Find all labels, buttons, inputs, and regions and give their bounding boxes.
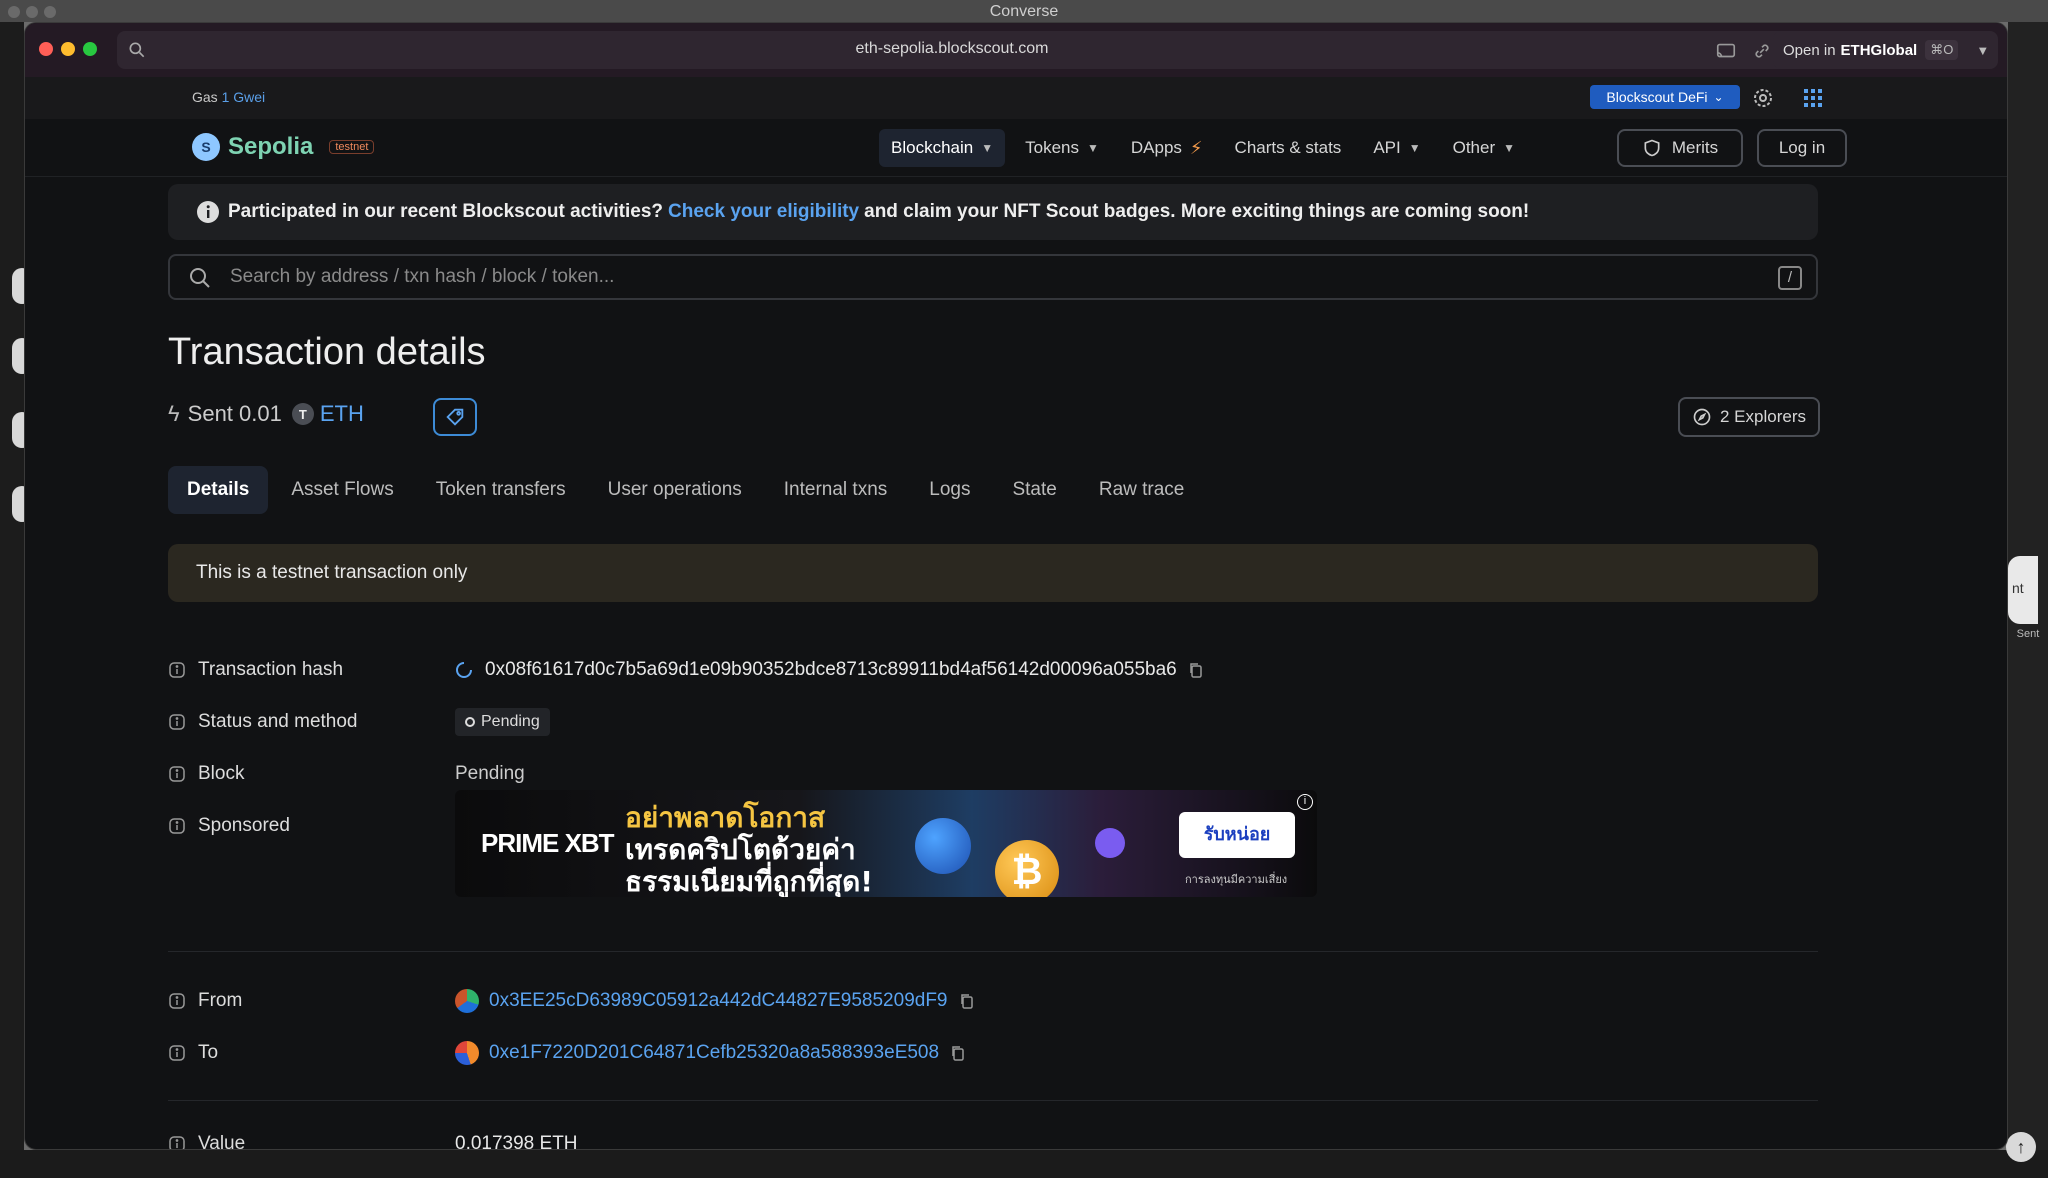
detail-label: Status and method: [198, 711, 358, 732]
tab-raw-trace[interactable]: Raw trace: [1080, 466, 1204, 514]
eligibility-link[interactable]: Check your eligibility: [668, 201, 859, 223]
token-link[interactable]: ETH: [320, 401, 364, 427]
address-avatar: [455, 1041, 479, 1065]
info-icon[interactable]: [168, 1044, 186, 1062]
loading-spinner-icon: [456, 662, 472, 678]
browser-window: eth-sepolia.blockscout.com Open in ETHGl…: [24, 22, 2008, 1150]
info-icon[interactable]: [168, 817, 186, 835]
tab-token-transfers[interactable]: Token transfers: [417, 466, 585, 514]
detail-row-status: Status and method: [168, 707, 451, 737]
page-content: Participated in our recent Blockscout ac…: [25, 23, 2007, 1149]
from-address-link[interactable]: 0x3EE25cD63989C05912a442dC44827E9585209d…: [489, 990, 948, 1012]
info-icon[interactable]: [168, 713, 186, 731]
tab-logs[interactable]: Logs: [910, 466, 989, 514]
copy-icon[interactable]: [949, 1044, 967, 1062]
address-avatar: [455, 989, 479, 1013]
add-tag-button[interactable]: [433, 398, 477, 436]
banner-text-after: and claim your NFT Scout badges. More ex…: [864, 201, 1530, 222]
section-divider: [168, 1100, 1818, 1101]
info-icon[interactable]: [168, 1135, 186, 1149]
value-row-clip: Value 0.017398 ETH: [25, 1129, 2007, 1149]
transaction-summary: ϟ Sent 0.01 T ETH: [168, 401, 364, 427]
tab-details[interactable]: Details: [168, 466, 269, 514]
explorers-button[interactable]: 2 Explorers: [1678, 397, 1820, 437]
sponsored-ad-banner[interactable]: PRIME XBT อย่าพลาดโอกาส เทรดคริปโตด้วยค่…: [455, 790, 1317, 897]
section-divider: [168, 951, 1818, 952]
detail-tabs: Details Asset Flows Token transfers User…: [168, 466, 1203, 514]
desktop-chat-label: Sent: [2016, 628, 2040, 640]
detail-label: Sponsored: [198, 815, 290, 836]
desktop-chat-bubble[interactable]: nt: [2008, 556, 2038, 624]
compass-icon: [1693, 408, 1711, 426]
status-badge: Pending: [455, 708, 550, 736]
detail-row-tx-hash: Transaction hash: [168, 655, 451, 685]
banner-text-before: Participated in our recent Blockscout ac…: [228, 201, 664, 222]
tx-hash-text: 0x08f61617d0c7b5a69d1e09b90352bdce8713c8…: [485, 659, 1177, 680]
slash-shortcut-icon: /: [1778, 266, 1802, 290]
ad-cta-button[interactable]: รับหน่อย: [1179, 812, 1295, 858]
ad-disclaimer: การลงทุนมีความเสี่ยง: [1185, 873, 1288, 886]
desktop-menubar: Converse: [0, 0, 2048, 22]
copy-icon[interactable]: [958, 992, 976, 1010]
sent-amount: Sent 0.01: [187, 401, 282, 426]
info-icon: [197, 201, 219, 223]
from-value: 0x3EE25cD63989C05912a442dC44827E9585209d…: [455, 986, 976, 1016]
detail-row-value: Value: [168, 1129, 451, 1149]
tag-icon: [446, 408, 464, 426]
ad-brand-logo: PRIME XBT: [481, 828, 615, 858]
tx-hash-value: 0x08f61617d0c7b5a69d1e09b90352bdce8713c8…: [455, 655, 1205, 685]
coin-illustration-icon: [915, 818, 971, 874]
desktop-left-panel: [0, 22, 24, 1178]
page-title: Transaction details: [168, 331, 486, 373]
block-value: Pending: [455, 763, 525, 784]
search-bar: /: [168, 254, 1818, 300]
info-icon[interactable]: [168, 765, 186, 783]
bitcoin-icon: ₿: [995, 840, 1059, 897]
ad-info-icon[interactable]: i: [1297, 794, 1313, 810]
tab-internal-txns[interactable]: Internal txns: [765, 466, 907, 514]
coin-illustration-icon: [1095, 828, 1125, 858]
ad-text: ธรรมเนียมที่ถูกที่สุด!: [625, 865, 874, 897]
detail-row-block: Block: [168, 759, 451, 789]
pending-icon: [465, 717, 475, 727]
value-amount: 0.017398 ETH: [455, 1133, 578, 1149]
detail-label: From: [198, 990, 243, 1011]
detail-row-from: From: [168, 986, 451, 1016]
tab-user-operations[interactable]: User operations: [589, 466, 761, 514]
to-value: 0xe1F7220D201C64871Cefb25320a8a588393eE5…: [455, 1038, 967, 1068]
info-icon[interactable]: [168, 661, 186, 679]
detail-row-to: To: [168, 1038, 451, 1068]
detail-label: Value: [198, 1133, 246, 1149]
token-icon: T: [291, 403, 314, 425]
explorers-label: 2 Explorers: [1720, 407, 1806, 426]
to-address-link[interactable]: 0xe1F7220D201C64871Cefb25320a8a588393eE5…: [489, 1042, 939, 1064]
search-input[interactable]: [230, 256, 1730, 298]
scroll-to-top-button[interactable]: ↑: [2006, 1132, 2036, 1162]
status-value: Pending: [455, 707, 550, 737]
detail-label: To: [198, 1042, 219, 1063]
detail-label: Block: [198, 763, 245, 784]
testnet-notice: This is a testnet transaction only: [168, 544, 1818, 602]
desktop-bottom-bar: [0, 1150, 2048, 1178]
search-icon: [190, 268, 210, 288]
tab-state[interactable]: State: [993, 466, 1075, 514]
tab-asset-flows[interactable]: Asset Flows: [272, 466, 412, 514]
lightning-icon: ϟ: [168, 401, 180, 426]
desktop-app-title: Converse: [989, 3, 1059, 20]
detail-row-sponsored: Sponsored: [168, 811, 451, 841]
copy-icon[interactable]: [1187, 661, 1205, 679]
detail-label: Transaction hash: [198, 659, 344, 680]
announcement-banner: Participated in our recent Blockscout ac…: [168, 184, 1818, 240]
status-text: Pending: [481, 713, 540, 730]
info-icon[interactable]: [168, 992, 186, 1010]
